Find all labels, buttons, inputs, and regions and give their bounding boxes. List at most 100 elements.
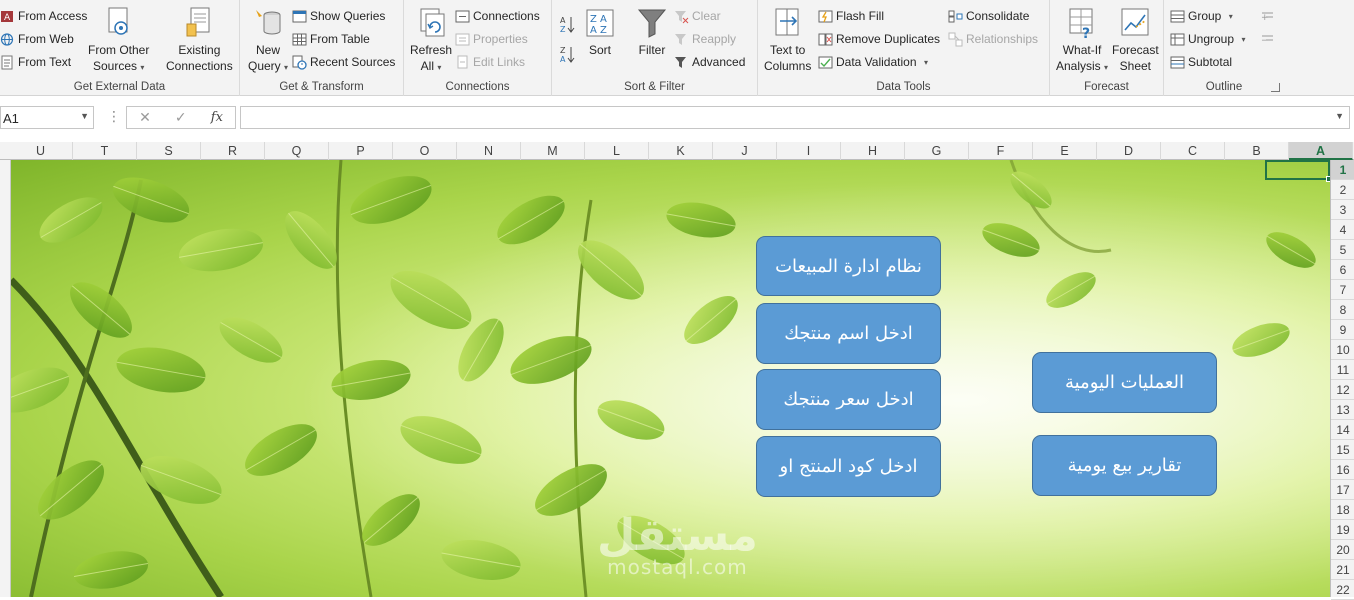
cancel-icon[interactable]: ✕ bbox=[139, 109, 151, 126]
show-detail-button[interactable]: + bbox=[1260, 6, 1275, 26]
connections-button[interactable]: Connections bbox=[455, 6, 540, 26]
row-header-8[interactable]: 8 bbox=[1331, 300, 1354, 320]
row-header-19[interactable]: 19 bbox=[1331, 520, 1354, 540]
column-header-i[interactable]: I bbox=[777, 142, 841, 160]
outline-dialog-launcher[interactable] bbox=[1271, 83, 1280, 92]
column-header-q[interactable]: Q bbox=[265, 142, 329, 160]
insert-function-icon[interactable]: fx bbox=[211, 110, 223, 125]
ungroup-button[interactable]: Ungroup ▾ bbox=[1170, 29, 1246, 49]
column-header-g[interactable]: G bbox=[905, 142, 969, 160]
row-header-11[interactable]: 11 bbox=[1331, 360, 1354, 380]
enter-product-price-button[interactable]: ادخل سعر منتجك bbox=[756, 369, 941, 430]
row-header-2[interactable]: 2 bbox=[1331, 180, 1354, 200]
chevron-down-icon: ▾ bbox=[1224, 11, 1233, 21]
column-header-a[interactable]: A bbox=[1289, 142, 1353, 160]
sort-button[interactable]: Z AA Z Sort bbox=[584, 6, 616, 58]
sheet-background[interactable]: نظام ادارة المبيعات ادخل اسم منتجك ادخل … bbox=[11, 160, 1330, 597]
chevron-down-icon[interactable]: ▼ bbox=[80, 111, 89, 121]
row-header-20[interactable]: 20 bbox=[1331, 540, 1354, 560]
data-validation-button[interactable]: Data Validation ▾ bbox=[818, 52, 928, 72]
row-header-21[interactable]: 21 bbox=[1331, 560, 1354, 580]
column-header-l[interactable]: L bbox=[585, 142, 649, 160]
row-header-4[interactable]: 4 bbox=[1331, 220, 1354, 240]
row-header-14[interactable]: 14 bbox=[1331, 420, 1354, 440]
column-header-e[interactable]: E bbox=[1033, 142, 1097, 160]
daily-sales-reports-button[interactable]: تقارير بيع يومية bbox=[1032, 435, 1217, 496]
sales-system-title-button[interactable]: نظام ادارة المبيعات bbox=[756, 236, 941, 296]
from-other-sources-button[interactable]: From Other Sources ▾ bbox=[88, 6, 149, 76]
column-header-o[interactable]: O bbox=[393, 142, 457, 160]
column-header-p[interactable]: P bbox=[329, 142, 393, 160]
column-header-d[interactable]: D bbox=[1097, 142, 1161, 160]
formula-input[interactable]: ▼ bbox=[240, 106, 1350, 129]
edit-links-button[interactable]: Edit Links bbox=[455, 52, 525, 72]
recent-sources-button[interactable]: Recent Sources bbox=[292, 52, 395, 72]
column-header-t[interactable]: T bbox=[73, 142, 137, 160]
row-header-5[interactable]: 5 bbox=[1331, 240, 1354, 260]
forecast-sheet-button[interactable]: Forecast Sheet bbox=[1112, 6, 1159, 74]
flash-fill-button[interactable]: Flash Fill bbox=[818, 6, 884, 26]
show-queries-button[interactable]: Show Queries bbox=[292, 6, 385, 26]
column-header-f[interactable]: F bbox=[969, 142, 1033, 160]
row-header-6[interactable]: 6 bbox=[1331, 260, 1354, 280]
enter-product-name-button[interactable]: ادخل اسم منتجك bbox=[756, 303, 941, 364]
hide-detail-button[interactable]: − bbox=[1260, 29, 1275, 49]
column-header-c[interactable]: C bbox=[1161, 142, 1225, 160]
column-header-j[interactable]: J bbox=[713, 142, 777, 160]
subtotal-icon bbox=[1170, 55, 1185, 70]
sort-az-button[interactable]: AZ bbox=[560, 12, 575, 34]
group-button[interactable]: Group ▾ bbox=[1170, 6, 1233, 26]
row-header-17[interactable]: 17 bbox=[1331, 480, 1354, 500]
new-query-button[interactable]: New Query ▾ bbox=[248, 6, 288, 76]
row-header-9[interactable]: 9 bbox=[1331, 320, 1354, 340]
group-get-external-data: A From Access From Web From Text From Ot… bbox=[0, 0, 240, 96]
reapply-button[interactable]: Reapply bbox=[674, 29, 736, 49]
properties-button[interactable]: Properties bbox=[455, 29, 528, 49]
daily-operations-button[interactable]: العمليات اليومية bbox=[1032, 352, 1217, 413]
clear-button[interactable]: Clear bbox=[674, 6, 721, 26]
row-header-12[interactable]: 12 bbox=[1331, 380, 1354, 400]
column-header-k[interactable]: K bbox=[649, 142, 713, 160]
column-header-h[interactable]: H bbox=[841, 142, 905, 160]
column-header-b[interactable]: B bbox=[1225, 142, 1289, 160]
vertical-scrollbar-strip[interactable] bbox=[0, 142, 11, 597]
row-header-22[interactable]: 22 bbox=[1331, 580, 1354, 600]
queries-icon bbox=[292, 9, 307, 24]
fill-handle[interactable] bbox=[1326, 176, 1330, 182]
advanced-button[interactable]: Advanced bbox=[674, 52, 745, 72]
from-access-button[interactable]: A From Access bbox=[0, 6, 87, 26]
row-header-7[interactable]: 7 bbox=[1331, 280, 1354, 300]
consolidate-button[interactable]: Consolidate bbox=[948, 6, 1029, 26]
drag-handle-icon[interactable]: ⋮ bbox=[107, 108, 121, 125]
row-header-13[interactable]: 13 bbox=[1331, 400, 1354, 420]
sort-za-button[interactable]: ZA bbox=[560, 42, 575, 64]
column-header-m[interactable]: M bbox=[521, 142, 585, 160]
remove-duplicates-button[interactable]: Remove Duplicates bbox=[818, 29, 940, 49]
row-header-3[interactable]: 3 bbox=[1331, 200, 1354, 220]
existing-connections-button[interactable]: Existing Connections bbox=[166, 6, 233, 74]
refresh-all-button[interactable]: Refresh All ▾ bbox=[410, 6, 452, 76]
from-text-button[interactable]: From Text bbox=[0, 52, 71, 72]
column-header-u[interactable]: U bbox=[9, 142, 73, 160]
subtotal-button[interactable]: Subtotal bbox=[1170, 52, 1232, 72]
column-header-n[interactable]: N bbox=[457, 142, 521, 160]
column-header-r[interactable]: R bbox=[201, 142, 265, 160]
enter-product-code-button[interactable]: ادخل كود المنتج او bbox=[756, 436, 941, 497]
row-header-15[interactable]: 15 bbox=[1331, 440, 1354, 460]
from-table-button[interactable]: From Table bbox=[292, 29, 370, 49]
filter-button[interactable]: Filter bbox=[636, 6, 668, 58]
enter-icon[interactable]: ✓ bbox=[175, 109, 187, 126]
text-to-columns-button[interactable]: Text to Columns bbox=[764, 6, 811, 74]
row-header-10[interactable]: 10 bbox=[1331, 340, 1354, 360]
from-web-button[interactable]: From Web bbox=[0, 29, 74, 49]
expand-formula-bar-icon[interactable]: ▼ bbox=[1335, 111, 1344, 121]
row-header-16[interactable]: 16 bbox=[1331, 460, 1354, 480]
name-box[interactable]: A1 ▼ bbox=[0, 106, 94, 129]
row-header-1[interactable]: 1 bbox=[1331, 160, 1354, 180]
text-file-icon bbox=[0, 55, 15, 70]
column-header-s[interactable]: S bbox=[137, 142, 201, 160]
row-header-18[interactable]: 18 bbox=[1331, 500, 1354, 520]
relationships-button[interactable]: Relationships bbox=[948, 29, 1038, 49]
active-cell-cursor[interactable] bbox=[1265, 160, 1330, 182]
what-if-analysis-button[interactable]: ? What-If Analysis ▾ bbox=[1056, 6, 1108, 76]
